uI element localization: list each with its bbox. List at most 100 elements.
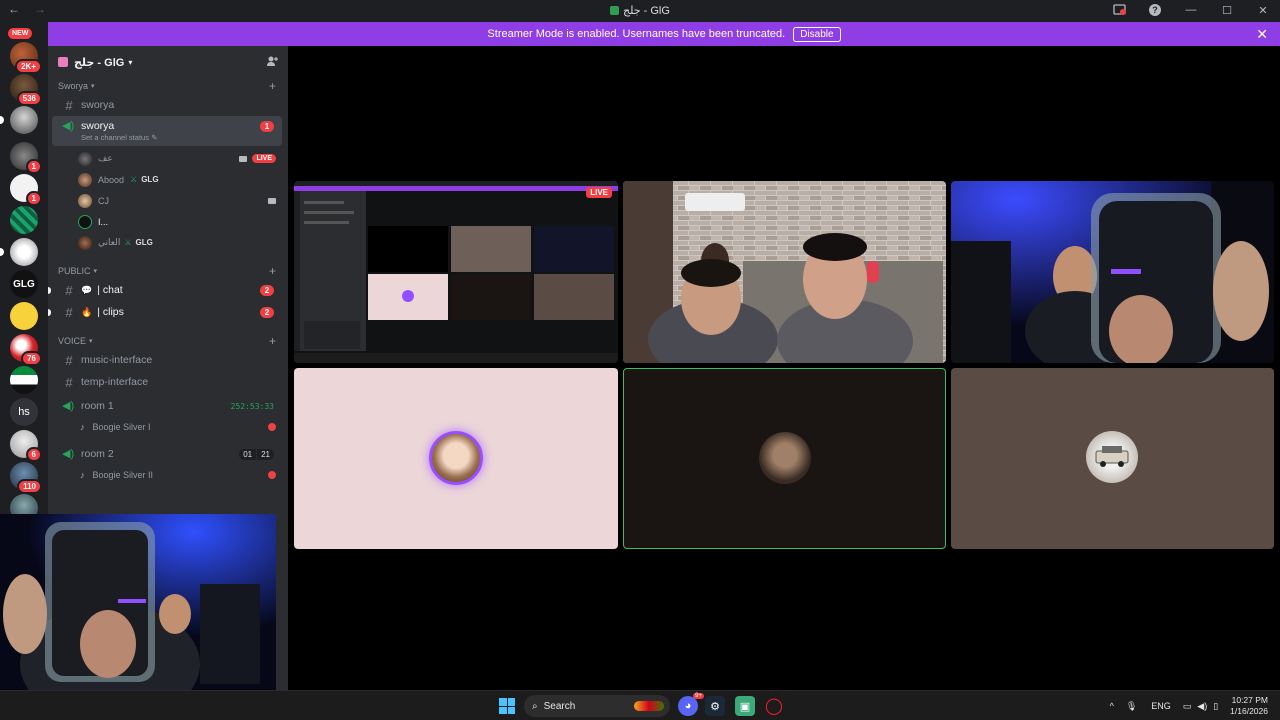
hash-icon: # <box>65 304 73 320</box>
server-icon[interactable]: 1 <box>10 142 42 174</box>
chevron-up-icon[interactable]: ^ <box>1110 701 1114 711</box>
server-icon[interactable] <box>10 206 38 234</box>
chevron-down-icon: ▾ <box>128 57 133 67</box>
video-tile[interactable] <box>951 181 1274 363</box>
user-avatar <box>759 432 811 484</box>
camera-icon <box>268 197 276 204</box>
server-glg-label: GLG <box>13 278 35 290</box>
add-channel-icon[interactable]: + <box>269 334 276 348</box>
server-icon[interactable] <box>0 106 38 134</box>
channel-sworya-text[interactable]: # sworya <box>52 94 282 116</box>
popout-video[interactable] <box>0 514 276 690</box>
server-icon[interactable]: 6 <box>10 430 42 462</box>
steam-app-icon[interactable]: ⚙ <box>705 696 725 716</box>
display-icon[interactable]: ▭ <box>1183 701 1192 712</box>
voice-user-bot[interactable]: ♪ Boogie Silver II <box>48 465 288 485</box>
inbox-icon[interactable] <box>1112 3 1126 17</box>
search-highlight-icon <box>634 701 664 711</box>
voice-user[interactable]: عف LIVE <box>48 148 288 169</box>
user-avatar <box>78 151 92 166</box>
server-icon[interactable]: 110 <box>10 462 42 494</box>
server-icon[interactable] <box>10 366 38 394</box>
live-badge: LIVE <box>586 187 612 198</box>
microphone-icon[interactable]: 🎙 <box>1126 701 1137 712</box>
add-channel-icon[interactable]: + <box>269 79 276 93</box>
server-avatar <box>10 106 38 134</box>
mention-badge: 2 <box>260 284 274 296</box>
channel-status[interactable]: Set a channel status ✎ <box>62 133 274 142</box>
channel-label: sworya <box>81 99 115 111</box>
screen-share-tile[interactable]: LIVE <box>294 181 618 363</box>
unread-pill <box>0 248 4 256</box>
discord-badge: 9+ <box>693 693 704 699</box>
user-avatar <box>429 431 483 485</box>
invite-people-icon[interactable] <box>266 55 278 70</box>
channel-timer: 252:53:33 <box>230 401 274 411</box>
user-name: CJ <box>98 195 109 206</box>
server-icon-hs[interactable]: hs <box>10 398 38 426</box>
channel-music-interface[interactable]: # music-interface <box>52 349 282 371</box>
user-avatar <box>78 172 92 187</box>
category-sworya[interactable]: Sworya ▾ + <box>48 78 288 94</box>
minimize-button[interactable]: — <box>1184 3 1198 17</box>
opera-browser-icon[interactable]: ◯ <box>764 696 784 716</box>
voice-user[interactable]: العاني ⚔ GLG <box>48 232 288 253</box>
discord-app-icon[interactable]: ◕ 9+ <box>678 693 704 716</box>
category-voice[interactable]: VOICE ▾ + <box>48 333 288 349</box>
server-icon[interactable]: 2K+ <box>10 42 42 74</box>
channel-label: | clips <box>97 306 124 318</box>
clock[interactable]: 10:27 PM 1/16/2026 <box>1230 695 1268 717</box>
battery-icon[interactable]: ▯ <box>1213 701 1218 712</box>
voice-user[interactable]: I... <box>48 211 288 232</box>
user-name: I... <box>98 216 109 227</box>
channel-clips[interactable]: # 🔥 | clips 2 <box>48 301 282 323</box>
channel-chat[interactable]: # 💬 | chat 2 <box>48 279 282 301</box>
server-icon[interactable] <box>10 302 38 330</box>
category-public[interactable]: PUBLIC ▾ + <box>48 263 288 279</box>
channel-room-2[interactable]: ◀) room 2 01 21 <box>52 443 282 465</box>
help-icon[interactable]: ? <box>1148 3 1162 17</box>
windows-start-icon[interactable] <box>499 698 515 714</box>
game-app-icon[interactable]: ▣ <box>735 696 755 716</box>
add-channel-icon[interactable]: + <box>269 264 276 278</box>
server-badge: 110 <box>17 479 42 494</box>
hash-icon: # <box>65 374 73 390</box>
server-badge: 1 <box>25 191 42 206</box>
voice-user-bot[interactable]: ♪ Boogie Silver I <box>48 417 288 437</box>
server-icon[interactable]: 76 <box>10 334 42 366</box>
server-icon[interactable]: 1 <box>10 174 42 206</box>
video-tile-avatar-speaking[interactable] <box>623 368 946 549</box>
title-bar: ← → جلج - GlG ? — ☐ ✕ <box>0 0 1280 22</box>
server-icon[interactable] <box>0 238 38 266</box>
voice-user[interactable]: CJ <box>48 190 288 211</box>
live-badge: LIVE <box>252 154 276 163</box>
user-name: Boogie Silver I <box>92 422 151 432</box>
video-tile-avatar[interactable] <box>951 368 1274 549</box>
server-name: جلج - GlG <box>74 56 125 69</box>
close-banner-icon[interactable]: ✕ <box>1256 26 1268 43</box>
user-name: العاني <box>98 237 121 247</box>
video-tile-avatar[interactable] <box>294 368 618 549</box>
server-avatar <box>10 238 38 266</box>
disable-streamer-mode-button[interactable]: Disable <box>793 26 841 42</box>
pencil-icon: ✎ <box>151 133 158 142</box>
volume-icon[interactable]: ◀) <box>1197 701 1207 712</box>
voice-user[interactable]: Abood ⚔ GLG <box>48 169 288 190</box>
video-tile[interactable] <box>623 181 946 363</box>
banner-text: Streamer Mode is enabled. Usernames have… <box>487 28 786 40</box>
maximize-button[interactable]: ☐ <box>1220 3 1234 17</box>
language-indicator[interactable]: ENG <box>1151 701 1171 711</box>
taskbar-search[interactable]: ⌕ Search <box>524 695 670 717</box>
channel-room-1[interactable]: ◀) room 1 252:53:33 <box>52 395 282 417</box>
server-icon[interactable]: 536 <box>10 74 42 106</box>
server-header[interactable]: جلج - GlG ▾ <box>48 46 288 78</box>
window-title-text: جلج - GlG <box>623 5 670 17</box>
channel-sworya-voice[interactable]: ◀) sworya 1 Set a channel status ✎ <box>52 116 282 146</box>
deafened-icon <box>268 423 276 431</box>
channel-temp-interface[interactable]: # temp-interface <box>52 371 282 393</box>
car-icon <box>1095 446 1129 467</box>
server-icon-glg[interactable]: GLG <box>10 270 38 298</box>
close-window-button[interactable]: ✕ <box>1256 3 1270 17</box>
user-name: عف <box>98 153 113 163</box>
camera-feed-image <box>951 181 1274 363</box>
